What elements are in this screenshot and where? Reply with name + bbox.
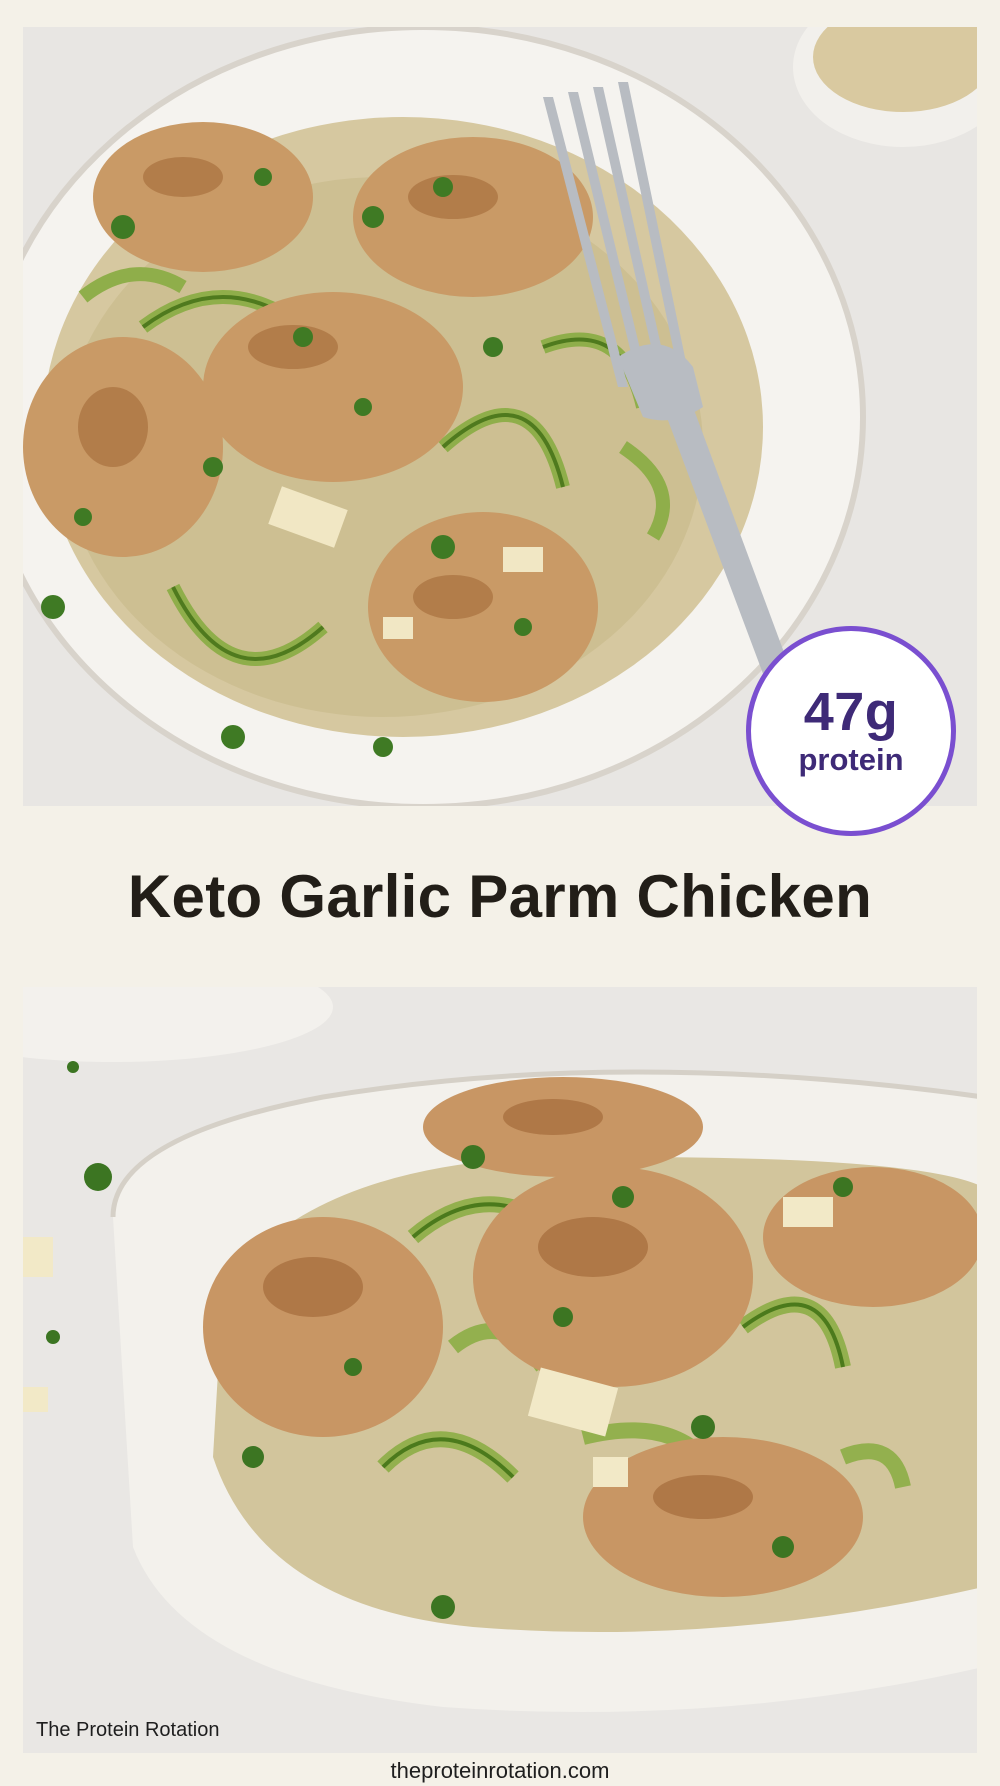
bottom-food-photo — [23, 987, 977, 1753]
title-band: Keto Garlic Parm Chicken — [0, 806, 1000, 987]
website-url[interactable]: theproteinrotation.com — [0, 1756, 1000, 1786]
protein-amount: 47g — [803, 681, 899, 742]
bottom-photo-illustration — [23, 987, 977, 1753]
brand-name: The Protein Rotation — [36, 1719, 220, 1741]
recipe-title: Keto Garlic Parm Chicken — [127, 863, 873, 930]
protein-label: protein — [798, 741, 904, 777]
protein-badge: 47g protein — [746, 626, 956, 836]
